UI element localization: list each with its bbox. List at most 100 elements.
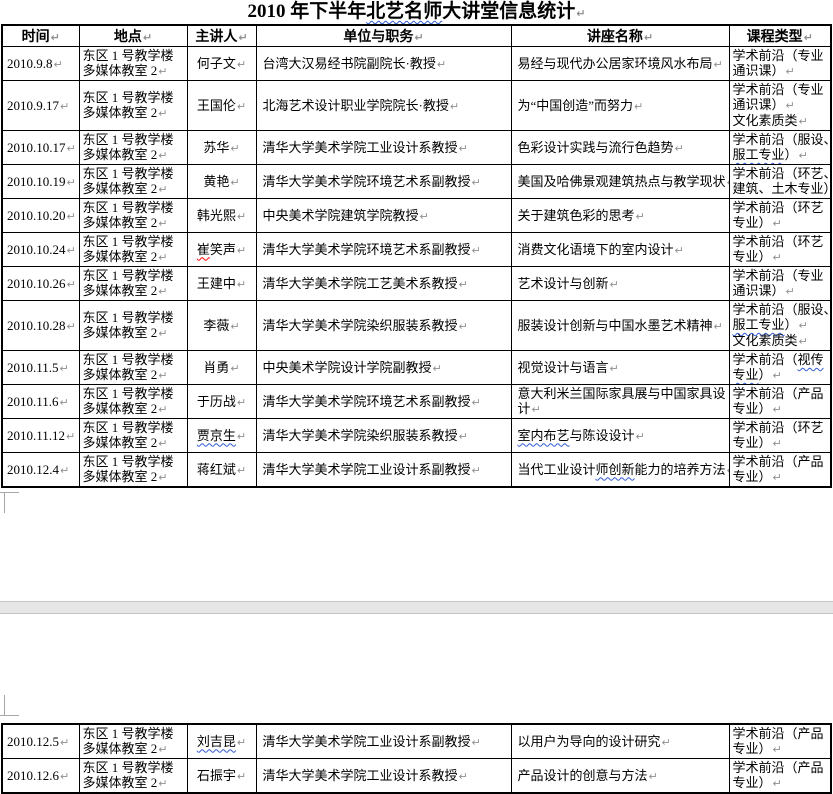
cell-unit[interactable]: 清华大学美术学院工业设计系副教授↵ — [256, 453, 511, 488]
cell-type[interactable]: 学术前沿（专业 通识课）↵ — [729, 267, 831, 301]
cell-date[interactable]: 2010.12.5↵ — [2, 724, 79, 759]
cell-lecture[interactable]: 意大利米兰国际家具展与中国家具设 计↵ — [511, 385, 729, 419]
cell-date[interactable]: 2010.10.24↵ — [2, 233, 79, 267]
paragraph: 2010.9.17↵ — [7, 98, 76, 114]
document-canvas: 2010 年下半年北艺名师大讲堂信息统计↵ 时间↵地点↵主讲人↵单位与职务↵讲座… — [0, 0, 833, 791]
cell-type[interactable]: 学术前沿（产品 专业）↵ — [729, 385, 831, 419]
cell-lecture[interactable]: 以用户为导向的设计研究↵ — [511, 724, 729, 759]
end-of-cell-mark: ↵ — [459, 142, 468, 155]
cell-type[interactable]: 学术前沿（环艺 专业）↵ — [729, 199, 831, 233]
cell-type[interactable]: 学术前沿（产品 专业）↵ — [729, 759, 831, 794]
column-header-4[interactable]: 讲座名称↵ — [511, 25, 729, 47]
cell-type[interactable]: 学术前沿（环艺 专业）↵ — [729, 233, 831, 267]
cell-speaker[interactable]: 肖勇↵ — [187, 351, 256, 385]
cell-type[interactable]: 学术前沿（专业 通识课）↵ — [729, 47, 831, 81]
cell-speaker[interactable]: 苏华↵ — [187, 131, 256, 165]
cell-speaker[interactable]: 于历战↵ — [187, 385, 256, 419]
cell-location[interactable]: 东区 1 号教学楼 多媒体教室 2↵ — [79, 385, 187, 419]
cell-location[interactable]: 东区 1 号教学楼 多媒体教室 2↵ — [79, 453, 187, 488]
cell-unit[interactable]: 清华大学美术学院环境艺术系副教授↵ — [256, 233, 511, 267]
column-header-5[interactable]: 课程类型↵ — [729, 25, 831, 47]
cell-date[interactable]: 2010.10.26↵ — [2, 267, 79, 301]
cell-speaker[interactable]: 韩光熙↵ — [187, 199, 256, 233]
column-header-3[interactable]: 单位与职务↵ — [256, 25, 511, 47]
cell-lecture[interactable]: 视觉设计与语言↵ — [511, 351, 729, 385]
cell-location[interactable]: 东区 1 号教学楼 多媒体教室 2↵ — [79, 131, 187, 165]
end-of-cell-mark: ↵ — [143, 31, 152, 44]
cell-location[interactable]: 东区 1 号教学楼 多媒体教室 2↵ — [79, 724, 187, 759]
cell-speaker[interactable]: 崔笑声↵ — [187, 233, 256, 267]
cell-unit[interactable]: 中央美术学院设计学院副教授↵ — [256, 351, 511, 385]
cell-lecture[interactable]: 室内布艺与陈设设计↵ — [511, 419, 729, 453]
cell-lecture[interactable]: 产品设计的创意与方法↵ — [511, 759, 729, 794]
cell-speaker[interactable]: 何子文↵ — [187, 47, 256, 81]
cell-unit[interactable]: 清华大学美术学院环境艺术系副教授↵ — [256, 385, 511, 419]
cell-type[interactable]: 学术前沿（专业 通识课）↵文化素质类↵ — [729, 81, 831, 131]
cell-unit[interactable]: 清华大学美术学院工业设计系教授↵ — [256, 759, 511, 794]
cell-date[interactable]: 2010.11.6↵ — [2, 385, 79, 419]
cell-type[interactable]: 学术前沿（视传 专业）↵ — [729, 351, 831, 385]
cell-speaker[interactable]: 王建中↵ — [187, 267, 256, 301]
cell-date[interactable]: 2010.9.17↵ — [2, 81, 79, 131]
cell-date[interactable]: 2010.11.12↵ — [2, 419, 79, 453]
cell-speaker[interactable]: 王国伦↵ — [187, 81, 256, 131]
table-row: 2010.12.4↵东区 1 号教学楼 多媒体教室 2↵蒋红斌↵清华大学美术学院… — [2, 453, 831, 488]
cell-type[interactable]: 学术前沿（服设、 服工专业）↵文化素质类↵ — [729, 301, 831, 351]
cell-location[interactable]: 东区 1 号教学楼 多媒体教室 2↵ — [79, 419, 187, 453]
cell-unit[interactable]: 台湾大汉易经书院副院长·教授↵ — [256, 47, 511, 81]
column-header-1[interactable]: 地点↵ — [79, 25, 187, 47]
cell-location[interactable]: 东区 1 号教学楼 多媒体教室 2↵ — [79, 47, 187, 81]
cell-location[interactable]: 东区 1 号教学楼 多媒体教室 2↵ — [79, 199, 187, 233]
cell-speaker[interactable]: 贾京生↵ — [187, 419, 256, 453]
cell-speaker[interactable]: 黄艳↵ — [187, 165, 256, 199]
cell-type[interactable]: 学术前沿（产品 专业）↵ — [729, 724, 831, 759]
cell-lecture[interactable]: 当代工业设计师创新能力的培养方法↵ — [511, 453, 729, 488]
cell-date[interactable]: 2010.9.8↵ — [2, 47, 79, 81]
cell-location[interactable]: 东区 1 号教学楼 多媒体教室 2↵ — [79, 301, 187, 351]
paragraph: 学术前沿（产品 专业）↵ — [733, 726, 828, 757]
cell-location[interactable]: 东区 1 号教学楼 多媒体教室 2↵ — [79, 759, 187, 794]
cell-speaker[interactable]: 李薇↵ — [187, 301, 256, 351]
cell-type[interactable]: 学术前沿（环艺 专业）↵ — [729, 419, 831, 453]
cell-speaker[interactable]: 石振宇↵ — [187, 759, 256, 794]
column-header-2[interactable]: 主讲人↵ — [187, 25, 256, 47]
cell-unit[interactable]: 清华大学美术学院工业设计系副教授↵ — [256, 724, 511, 759]
cell-location[interactable]: 东区 1 号教学楼 多媒体教室 2↵ — [79, 81, 187, 131]
cell-lecture[interactable]: 服装设计创新与中国水墨艺术精神↵ — [511, 301, 729, 351]
cell-lecture[interactable]: 易经与现代办公居家环境风水布局↵ — [511, 47, 729, 81]
cell-lecture[interactable]: 为“中国创造”而努力↵ — [511, 81, 729, 131]
cell-date[interactable]: 2010.10.20↵ — [2, 199, 79, 233]
column-header-0[interactable]: 时间↵ — [2, 25, 79, 47]
cell-lecture[interactable]: 美国及哈佛景观建筑热点与教学现状↵ — [511, 165, 729, 199]
cell-unit[interactable]: 清华大学美术学院工业设计系教授↵ — [256, 131, 511, 165]
cell-unit[interactable]: 清华大学美术学院染织服装系教授↵ — [256, 301, 511, 351]
cell-date[interactable]: 2010.10.28↵ — [2, 301, 79, 351]
cell-lecture[interactable]: 色彩设计实践与流行色趋势↵ — [511, 131, 729, 165]
cell-unit[interactable]: 中央美术学院建筑学院教授↵ — [256, 199, 511, 233]
cell-location[interactable]: 东区 1 号教学楼 多媒体教室 2↵ — [79, 267, 187, 301]
cell-unit[interactable]: 清华大学美术学院染织服装系教授↵ — [256, 419, 511, 453]
document-title[interactable]: 2010 年下半年北艺名师大讲堂信息统计↵ — [0, 1, 833, 25]
cell-type[interactable]: 学术前沿（服设、 服工专业）↵ — [729, 131, 831, 165]
cell-speaker[interactable]: 刘吉昆↵ — [187, 724, 256, 759]
cell-location[interactable]: 东区 1 号教学楼 多媒体教室 2↵ — [79, 233, 187, 267]
cell-lecture[interactable]: 艺术设计与创新↵ — [511, 267, 729, 301]
cell-lecture[interactable]: 消费文化语境下的室内设计↵ — [511, 233, 729, 267]
cell-location[interactable]: 东区 1 号教学楼 多媒体教室 2↵ — [79, 165, 187, 199]
cell-unit[interactable]: 清华大学美术学院工艺美术系教授↵ — [256, 267, 511, 301]
cell-date[interactable]: 2010.12.6↵ — [2, 759, 79, 794]
cell-unit[interactable]: 北海艺术设计职业学院院长·教授↵ — [256, 81, 511, 131]
cell-unit[interactable]: 清华大学美术学院环境艺术系副教授↵ — [256, 165, 511, 199]
cell-date[interactable]: 2010.10.17↵ — [2, 131, 79, 165]
flagged-text-blue: 服工专业 — [733, 147, 785, 162]
cell-lecture[interactable]: 关于建筑色彩的思考↵ — [511, 199, 729, 233]
cell-type[interactable]: 学术前沿（产品 专业）↵ — [729, 453, 831, 488]
cell-date[interactable]: 2010.10.19↵ — [2, 165, 79, 199]
cell-speaker[interactable]: 蒋红斌↵ — [187, 453, 256, 488]
cell-type[interactable]: 学术前沿（环艺、 建筑、土木专业）↵ — [729, 165, 831, 199]
paragraph: 服装设计创新与中国水墨艺术精神↵ — [518, 318, 726, 334]
cell-date[interactable]: 2010.12.4↵ — [2, 453, 79, 488]
cell-location[interactable]: 东区 1 号教学楼 多媒体教室 2↵ — [79, 351, 187, 385]
text-run: 北海艺术设计职业学院院长·教授 — [263, 98, 449, 113]
cell-date[interactable]: 2010.11.5↵ — [2, 351, 79, 385]
